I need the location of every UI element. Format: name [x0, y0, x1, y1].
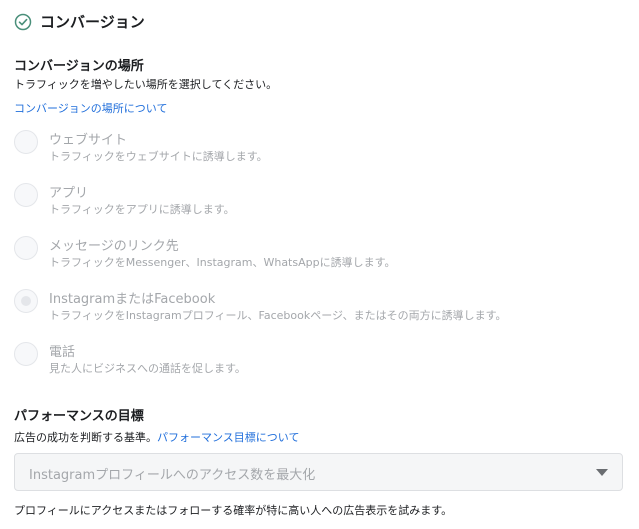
conversion-location-title: コンバージョンの場所 — [14, 59, 144, 74]
radio-phone-call[interactable] — [14, 342, 38, 366]
dropdown-selected-value: Instagramプロフィールへのアクセス数を最大化 — [29, 468, 316, 483]
radio-website[interactable] — [14, 130, 38, 154]
option-label: アプリ — [49, 186, 89, 201]
section-title: コンバージョン — [40, 13, 145, 31]
option-description: トラフィックをInstagramプロフィール、Facebookページ、またはその… — [49, 309, 507, 322]
performance-goal-subtitle: 広告の成功を判断する基準。 — [14, 431, 157, 444]
caret-down-icon — [596, 469, 608, 476]
performance-goal-help-link[interactable]: パフォーマンス目標について — [157, 431, 299, 444]
option-phone-call[interactable]: 電話 見た人にビジネスへの通話を促します。 — [14, 341, 614, 385]
performance-goal-dropdown[interactable]: Instagramプロフィールへのアクセス数を最大化 — [14, 453, 623, 491]
performance-goal-subtitle-line: 広告の成功を判断する基準。パフォーマンス目標について — [14, 429, 299, 445]
option-instagram-or-facebook[interactable]: InstagramまたはFacebook トラフィックをInstagramプロフ… — [14, 288, 614, 332]
option-message-destinations[interactable]: メッセージのリンク先 トラフィックをMessenger、Instagram、Wh… — [14, 235, 614, 279]
performance-goal-title: パフォーマンスの目標 — [14, 409, 144, 424]
performance-goal-footnote: プロフィールにアクセスまたはフォローする確率が特に高い人への広告表示を試みます。 — [14, 504, 453, 517]
option-website[interactable]: ウェブサイト トラフィックをウェブサイトに誘導します。 — [14, 129, 614, 173]
option-description: トラフィックをアプリに誘導します。 — [49, 203, 235, 216]
radio-app[interactable] — [14, 183, 38, 207]
option-app[interactable]: アプリ トラフィックをアプリに誘導します。 — [14, 182, 614, 226]
option-label: InstagramまたはFacebook — [49, 292, 216, 307]
option-label: ウェブサイト — [49, 133, 128, 148]
option-label: メッセージのリンク先 — [49, 239, 179, 254]
option-description: トラフィックをウェブサイトに誘導します。 — [49, 150, 268, 163]
radio-message-destinations[interactable] — [14, 236, 38, 260]
check-circle-icon — [14, 13, 32, 31]
option-description: トラフィックをMessenger、Instagram、WhatsAppに誘導しま… — [49, 256, 396, 269]
conversion-location-subtitle: トラフィックを増やしたい場所を選択してください。 — [14, 78, 278, 91]
option-label: 電話 — [49, 345, 76, 360]
option-description: 見た人にビジネスへの通話を促します。 — [49, 362, 246, 375]
conversion-location-help-link[interactable]: コンバージョンの場所について — [14, 102, 167, 115]
section-header: コンバージョン — [14, 11, 145, 32]
radio-instagram-or-facebook[interactable] — [14, 289, 38, 313]
